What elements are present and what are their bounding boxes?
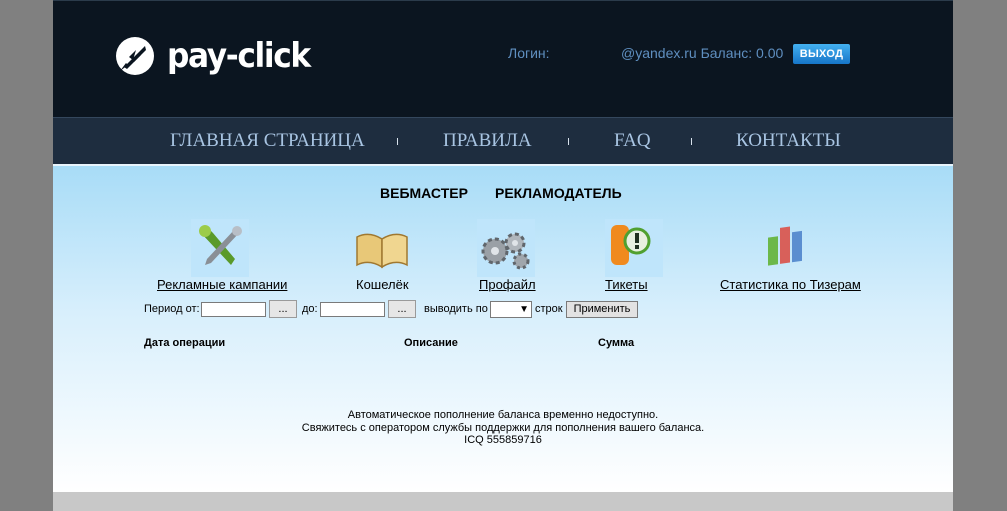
chevron-down-icon: ▼ [519, 304, 529, 315]
role-webmaster-link[interactable]: ВЕБМАСТЕР [380, 185, 468, 201]
logo[interactable]: pay-click [115, 36, 322, 76]
menu-wallet-link[interactable]: Кошелёк [356, 277, 409, 292]
nav-item-faq[interactable]: FAQ [614, 130, 651, 152]
account-balance: @yandex.ru Баланс: 0.00 [621, 45, 784, 61]
menu-ad-campaigns-link[interactable]: Рекламные кампании [157, 277, 287, 292]
book-icon[interactable] [353, 219, 411, 277]
menu-teaser-stats-link[interactable]: Статистика по Тизерам [720, 277, 861, 292]
nav-item-contacts[interactable]: КОНТАКТЫ [736, 130, 841, 152]
notice-line-1: Автоматическое пополнение баланса времен… [347, 409, 659, 421]
rows-per-page-select[interactable]: ▼ [490, 301, 532, 318]
menu-tickets-link[interactable]: Тикеты [605, 277, 648, 292]
nav-separator [397, 138, 398, 145]
nav-item-rules[interactable]: ПРАВИЛА [443, 130, 532, 152]
notice-icq: ICQ 555859716 [464, 434, 542, 446]
bar-chart-icon[interactable] [758, 219, 816, 277]
menu-profile-link[interactable]: Профайл [479, 277, 536, 292]
nav-separator [691, 138, 692, 145]
column-header-amount: Сумма [598, 337, 635, 349]
tools-icon[interactable] [191, 219, 249, 277]
main-nav: ГЛАВНАЯ СТРАНИЦА ПРАВИЛА FAQ КОНТАКТЫ [53, 117, 953, 164]
content-area: ВЕБМАСТЕР РЕКЛАМОДАТЕЛЬ Рекламные кампан… [53, 164, 953, 492]
date-to-label: до: [302, 303, 318, 315]
date-to-picker-button[interactable]: ... [388, 300, 416, 318]
page: pay-click Логин: @yandex.ru Баланс: 0.00… [53, 0, 953, 511]
gears-icon[interactable] [477, 219, 535, 277]
rocket-logo-icon [116, 37, 154, 75]
logo-text: pay-click [167, 36, 311, 76]
date-to-input[interactable] [320, 302, 385, 317]
column-header-date: Дата операции [144, 337, 226, 349]
nav-item-home[interactable]: ГЛАВНАЯ СТРАНИЦА [170, 130, 365, 152]
show-by-label: выводить по [424, 303, 488, 315]
notice-line-2: Свяжитесь с оператором службы поддержки … [301, 422, 705, 434]
column-header-description: Описание [404, 337, 458, 349]
period-from-label: Период от: [144, 303, 200, 315]
apply-button[interactable]: Применить [566, 301, 638, 318]
logout-button[interactable]: ВЫХОД [793, 44, 850, 64]
header: pay-click Логин: @yandex.ru Баланс: 0.00… [53, 0, 953, 117]
login-label: Логин: [508, 45, 550, 61]
role-advertiser-link[interactable]: РЕКЛАМОДАТЕЛЬ [495, 185, 622, 201]
footer [53, 492, 953, 511]
rows-label: строк [535, 303, 563, 315]
date-from-input[interactable] [201, 302, 266, 317]
nav-separator [568, 138, 569, 145]
ticket-icon[interactable] [605, 219, 663, 277]
date-from-picker-button[interactable]: ... [269, 300, 297, 318]
